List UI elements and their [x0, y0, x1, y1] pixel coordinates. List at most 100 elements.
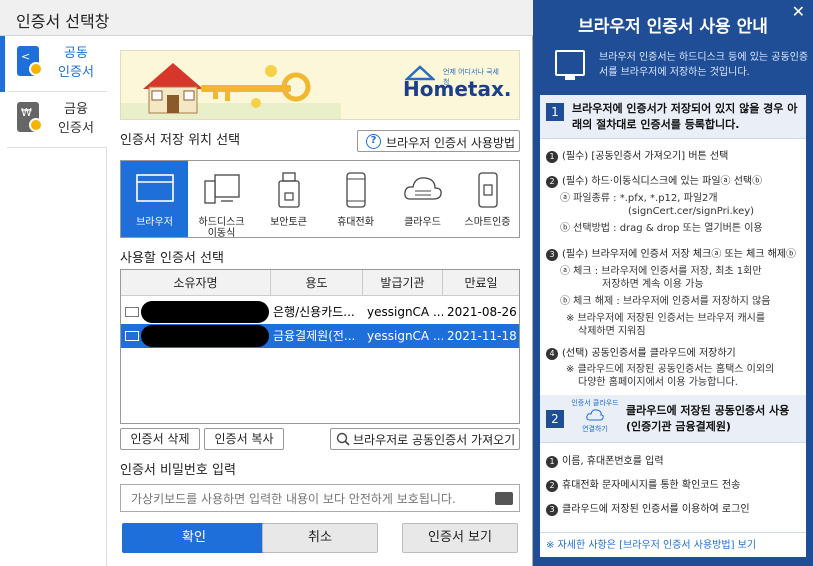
bullet-number-icon: 4 — [546, 348, 558, 360]
step1-bullet4-note2: 다양한 홈페이지에서 이용 가능합니다. — [578, 377, 738, 388]
step2-text: 클라우드에 저장된 공동인증서 사용 (인증기관 금융결제원) — [626, 404, 790, 433]
step1-bullet2: 2 (필수) 하드·이동식디스크에 있는 파일ⓐ 선택ⓑ — [546, 175, 762, 188]
step1-bullet3: 3 (필수) 브라우저에 인증서 저장 체크ⓐ 또는 체크 해제ⓑ — [546, 248, 796, 261]
virtual-keyboard-icon[interactable] — [495, 492, 513, 505]
help-button-label: 브라우저 인증서 사용방법 — [386, 136, 516, 150]
table-row[interactable]: 은행/신용카드... yessignCA ... 2021-08-26 — [121, 300, 519, 324]
step1-bullet3-note: ※ 브라우저에 저장된 인증서는 브라우저 캐시를 — [566, 313, 766, 324]
sidebar-item-finance-cert[interactable]: ₩ 금융 인증서 — [7, 92, 107, 148]
sidebar-label-line1: 공동 — [64, 46, 88, 61]
storage-location-label: 인증서 저장 위치 선택 — [120, 133, 241, 148]
sidebar-label-line2: 인증서 — [58, 65, 94, 80]
dialog-titlebar: 인증서 선택창 — [0, 0, 533, 36]
screen: 인증서 선택창 < 공동 인증서 ₩ 금융 인증서 언제 어디서나 국세청 Ho… — [0, 0, 813, 566]
cert-table-label: 사용할 인증서 선택 — [120, 251, 224, 266]
location-token[interactable]: 보안토큰 — [255, 161, 322, 237]
badge-top-label: 인증서 클라우드 — [571, 399, 619, 407]
step2-bullet1: 1 이름, 휴대폰번호를 입력 — [546, 455, 664, 468]
cert-select-dialog: 인증서 선택창 < 공동 인증서 ₩ 금융 인증서 언제 어디서나 국세청 Ho… — [0, 0, 533, 566]
col-issuer[interactable]: 발급기관 — [363, 270, 443, 296]
col-usage[interactable]: 용도 — [271, 270, 363, 296]
step1-bullet2-sub-a: ⓐ 파일종류 : *.pfx, *.p12, 파일2개 — [560, 193, 718, 204]
import-cert-button[interactable]: 브라우저로 공동인증서 가져오기 — [330, 428, 520, 450]
storage-location-bar: 브라우저 하드디스크 이동식 보안토큰 휴대전화 클라우드 스마트인증 — [120, 160, 520, 239]
location-label-line1: 하드디스크 — [198, 217, 245, 228]
location-label: 브라우저 — [136, 217, 173, 228]
browser-icon — [135, 174, 174, 202]
cert-type-sidebar: < 공동 인증서 ₩ 금융 인증서 — [0, 36, 107, 566]
location-phone[interactable]: 휴대전화 — [322, 161, 389, 237]
col-expiry[interactable]: 만료일 — [443, 270, 519, 296]
cancel-button[interactable]: 취소 — [262, 523, 378, 553]
cert-card-icon — [125, 331, 139, 341]
step1-bullet2-sub-a2: (signCert.cer/signPri.key) — [628, 206, 755, 217]
sidebar-item-joint-cert[interactable]: < 공동 인증서 — [0, 36, 107, 92]
guide-content: 1 브라우저에 인증서가 저장되어 있지 않을 경우 아래의 절차대로 인증서를… — [540, 95, 806, 557]
house-key-illustration — [121, 63, 341, 119]
question-icon: ? — [366, 134, 381, 149]
delete-cert-button[interactable]: 인증서 삭제 — [120, 428, 200, 450]
step1-bullet1: 1 (필수) [공동인증서 가져오기] 버튼 선택 — [546, 150, 728, 163]
password-input[interactable] — [131, 489, 491, 509]
step1-bullet2-sub-b: ⓑ 선택방법 : drag & drop 또는 열기버튼 이용 — [560, 223, 763, 234]
step1-bullet4-note: ※ 클라우드에 저장된 공동인증서는 홈택스 이외의 — [566, 364, 775, 375]
bullet-number-icon: 2 — [546, 176, 558, 188]
import-button-label: 브라우저로 공동인증서 가져오기 — [353, 433, 516, 447]
col-owner[interactable]: 소유자명 — [121, 270, 271, 296]
cloud-icon — [403, 177, 442, 200]
cert-table: 소유자명 용도 발급기관 만료일 은행/신용카드... yessignCA ..… — [120, 269, 520, 424]
confirm-button[interactable]: 확인 — [122, 523, 266, 553]
dialog-title: 인증서 선택창 — [16, 12, 110, 31]
location-label: 휴대전화 — [337, 217, 374, 228]
hometax-banner: 언제 어디서나 국세청 Hometax. — [120, 50, 520, 120]
copy-cert-button[interactable]: 인증서 복사 — [204, 428, 284, 450]
phone-icon — [345, 172, 366, 208]
location-label: 보안토큰 — [270, 217, 307, 228]
cell-issuer: yessignCA ... — [367, 329, 443, 343]
sidebar-label-line2: 인증서 — [58, 121, 94, 136]
monitor-icon — [555, 50, 585, 80]
step1-number: 1 — [546, 103, 564, 121]
bullet-number-icon: 3 — [546, 249, 558, 261]
location-smartcard[interactable]: 스마트인증 — [456, 161, 519, 237]
step2-header: 2 인증서 클라우드 연결하기 클라우드에 저장된 공동인증서 사용 (인증기관… — [540, 395, 806, 443]
guide-title: 브라우저 인증서 사용 안내 — [578, 17, 768, 37]
location-browser[interactable]: 브라우저 — [121, 161, 188, 237]
bullet-number-icon: 3 — [546, 504, 558, 516]
location-label-line2: 이동식 — [207, 228, 236, 239]
cell-usage: 은행/신용카드... — [273, 305, 355, 319]
guide-more-link[interactable]: ※ 자세한 사항은 [브라우저 인증서 사용방법] 보기 — [540, 532, 806, 557]
bullet-number-icon: 1 — [546, 151, 558, 163]
view-cert-button[interactable]: 인증서 보기 — [402, 523, 518, 553]
cloud-connect-badge[interactable]: 인증서 클라우드 연결하기 — [568, 399, 622, 434]
step1-bullet3-sub-a: ⓐ 체크 : 브라우저에 인증서를 저장, 최초 1회만 — [560, 266, 762, 277]
redacted-owner — [141, 325, 269, 347]
location-label: 클라우드 — [404, 217, 441, 228]
password-label: 인증서 비밀번호 입력 — [120, 463, 236, 478]
location-cloud[interactable]: 클라우드 — [389, 161, 456, 237]
step1-header: 1 브라우저에 인증서가 저장되어 있지 않을 경우 아래의 절차대로 인증서를… — [540, 95, 806, 139]
browser-cert-guide-panel: ✕ 브라우저 인증서 사용 안내 브라우저 인증서는 하드디스크 등에 있는 공… — [533, 0, 813, 566]
step2-number: 2 — [546, 410, 564, 428]
step1-bullet4: 4 (선택) 공동인증서를 클라우드에 저장하기 — [546, 347, 736, 360]
cell-expiry: 2021-11-18 — [447, 329, 517, 343]
step1-bullet3-sub-a2: 저장하면 계속 이용 가능 — [602, 279, 704, 290]
location-harddisk[interactable]: 하드디스크 이동식 — [188, 161, 255, 239]
hometax-wordmark: Hometax. — [403, 77, 512, 101]
step1-bullet3-note2: 삭제하면 지워짐 — [578, 326, 646, 337]
harddisk-icon — [203, 174, 240, 204]
hometax-logo: 언제 어디서나 국세청 Hometax. — [403, 65, 511, 109]
table-row-selected[interactable]: 금융결제원(전... yessignCA ... 2021-11-18 — [121, 324, 519, 348]
smartcard-icon — [477, 172, 498, 208]
step2-bullet2: 2 휴대전화 문자메시지를 통한 확인코드 전송 — [546, 479, 740, 492]
token-icon — [277, 172, 300, 208]
location-label: 스마트인증 — [464, 217, 511, 228]
browser-cert-help-button[interactable]: ? 브라우저 인증서 사용방법 — [357, 130, 520, 152]
cell-issuer: yessignCA ... — [367, 305, 443, 319]
guide-intro: 브라우저 인증서는 하드디스크 등에 있는 공동인증서를 브라우저에 저장하는 … — [599, 52, 809, 78]
badge-bottom-label: 연결하기 — [582, 425, 608, 433]
cell-expiry: 2021-08-26 — [447, 305, 517, 319]
cell-usage: 금융결제원(전... — [273, 329, 356, 343]
password-field-wrapper — [120, 484, 520, 512]
search-icon — [336, 432, 350, 446]
